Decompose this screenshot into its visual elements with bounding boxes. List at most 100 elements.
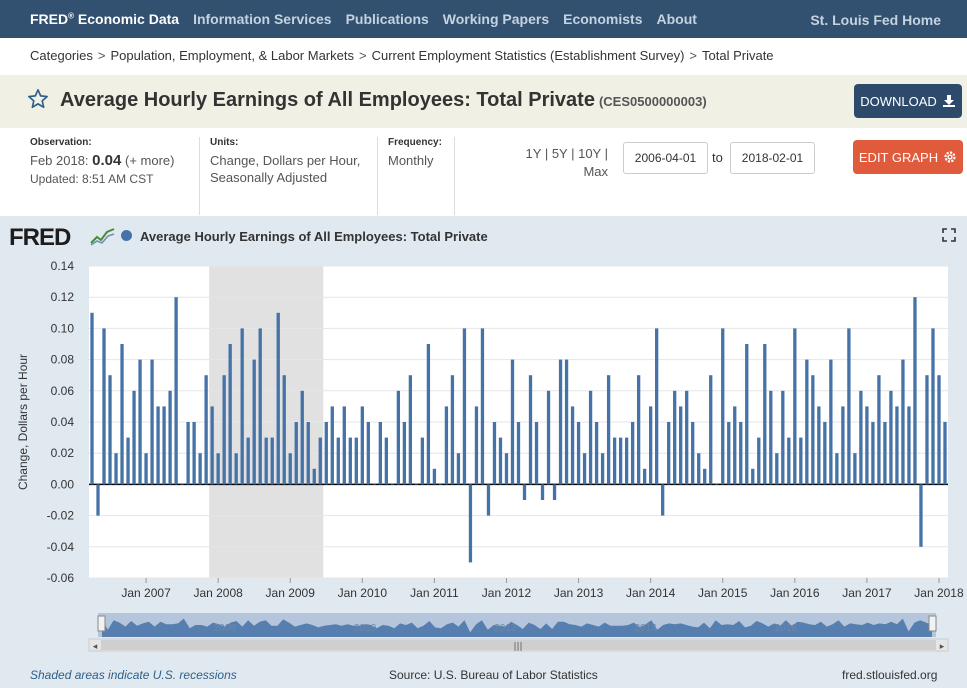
range-1y[interactable]: 1Y	[526, 146, 542, 161]
data-bar	[468, 484, 473, 563]
data-bar	[606, 375, 611, 485]
data-bar	[685, 390, 689, 485]
page-title: Average Hourly Earnings of All Employees…	[60, 89, 707, 111]
data-bar	[546, 390, 551, 485]
data-bar	[733, 406, 737, 485]
navigator-label: 2014	[634, 623, 657, 634]
data-bar	[498, 437, 503, 485]
units-label: Units:	[210, 137, 239, 148]
recession-note-link[interactable]: Shaded areas indicate U.S. recessions	[30, 668, 237, 682]
data-bar	[805, 359, 809, 485]
nav-about[interactable]: About	[656, 11, 696, 27]
chart-svg: 0.14 0.12 0.10 0.08 0.06 0.04 0.02 0.00 -0.02 -0.…	[16, 259, 964, 652]
data-bar	[907, 406, 911, 485]
observation-more-link[interactable]: (+ more)	[125, 153, 174, 168]
breadcrumb-separator: >	[97, 48, 106, 63]
data-bar	[378, 422, 382, 485]
data-bar	[252, 359, 256, 485]
data-bar	[342, 406, 346, 485]
breadcrumb-categories[interactable]: Categories	[30, 48, 93, 63]
x-tick-label: Jan 2012	[482, 586, 532, 600]
series-title-bar: Average Hourly Earnings of All Employees…	[0, 75, 967, 128]
data-bar	[865, 406, 869, 485]
breadcrumb-total-private[interactable]: Total Private	[702, 48, 774, 63]
data-bar	[673, 390, 677, 485]
download-button[interactable]: DOWNLOAD	[854, 84, 962, 118]
end-date-input[interactable]	[730, 142, 815, 174]
observation-block: Observation: Feb 2018: 0.04 (+ more) Upd…	[30, 137, 190, 188]
fred-brand-link[interactable]: FRED® Economic Data	[30, 11, 179, 27]
y-tick-label: 0.12	[51, 290, 75, 304]
nav-working-papers[interactable]: Working Papers	[443, 11, 549, 27]
data-bar	[150, 359, 154, 485]
nav-stlouisfed-home[interactable]: St. Louis Fed Home	[810, 12, 941, 28]
data-bar	[360, 406, 364, 485]
y-tick-label: 0.08	[51, 353, 75, 367]
data-bar	[745, 344, 749, 485]
data-bar	[871, 422, 875, 485]
data-bar	[156, 406, 160, 485]
data-bar	[931, 328, 935, 485]
fred-url[interactable]: fred.stlouisfed.org	[842, 668, 937, 682]
x-tick-label: Jan 2018	[914, 586, 964, 600]
frequency-label: Frequency:	[388, 137, 442, 148]
units-value: Change, Dollars per Hour, Seasonally Adj…	[210, 153, 361, 185]
data-bar	[697, 453, 701, 485]
data-bar	[799, 437, 803, 485]
divider	[199, 137, 200, 215]
navigator-label: 2016	[775, 623, 798, 634]
navigator-label: 2008	[214, 623, 237, 634]
data-bar	[624, 437, 629, 485]
range-5y[interactable]: 5Y	[552, 146, 568, 161]
x-tick-label: Jan 2015	[698, 586, 748, 600]
data-bar	[811, 375, 815, 485]
x-tick-label: Jan 2010	[338, 586, 388, 600]
data-bar	[919, 484, 923, 547]
y-tick-label: 0.00	[51, 477, 75, 491]
data-bar	[174, 297, 178, 485]
star-icon[interactable]	[27, 88, 49, 110]
data-bar	[727, 422, 731, 485]
data-bar	[90, 312, 94, 485]
data-bar	[540, 484, 545, 500]
range-max[interactable]: Max	[583, 164, 608, 179]
data-bar	[895, 406, 899, 485]
nav-economists[interactable]: Economists	[563, 11, 642, 27]
data-bar	[96, 484, 100, 516]
edit-graph-button[interactable]: EDIT GRAPH	[853, 140, 963, 174]
range-10y[interactable]: 10Y	[578, 146, 601, 161]
fullscreen-icon[interactable]	[942, 228, 956, 242]
breadcrumb-population[interactable]: Population, Employment, & Labor Markets	[110, 48, 354, 63]
y-tick-label: 0.02	[51, 446, 75, 460]
data-bar	[588, 390, 593, 485]
breadcrumb: Categories > Population, Employment, & Lab…	[30, 48, 774, 63]
data-bar	[390, 484, 395, 485]
data-bar	[564, 359, 569, 485]
data-bar	[793, 328, 797, 485]
nav-publications[interactable]: Publications	[346, 11, 429, 27]
data-bar	[661, 484, 665, 516]
nav-information-services[interactable]: Information Services	[193, 11, 332, 27]
data-bar	[877, 375, 881, 485]
start-date-input[interactable]	[623, 142, 708, 174]
data-bar	[817, 406, 821, 485]
data-bar	[408, 375, 413, 485]
data-bar	[270, 437, 274, 485]
data-bar	[186, 422, 190, 485]
data-bar	[480, 328, 485, 485]
data-bar	[570, 406, 575, 485]
divider	[377, 137, 378, 215]
data-bar	[144, 453, 148, 485]
data-bar	[492, 422, 497, 485]
data-bar	[612, 437, 617, 485]
data-bar	[763, 344, 767, 485]
y-tick-label: -0.02	[47, 509, 75, 523]
data-bar	[414, 484, 419, 485]
data-bar	[576, 422, 581, 485]
download-icon	[942, 95, 955, 107]
data-bar	[859, 390, 863, 485]
breadcrumb-ces[interactable]: Current Employment Statistics (Establish…	[372, 48, 685, 63]
scroll-left-arrow: ◂	[93, 642, 98, 652]
data-bar	[739, 422, 743, 485]
data-bar	[336, 437, 340, 485]
